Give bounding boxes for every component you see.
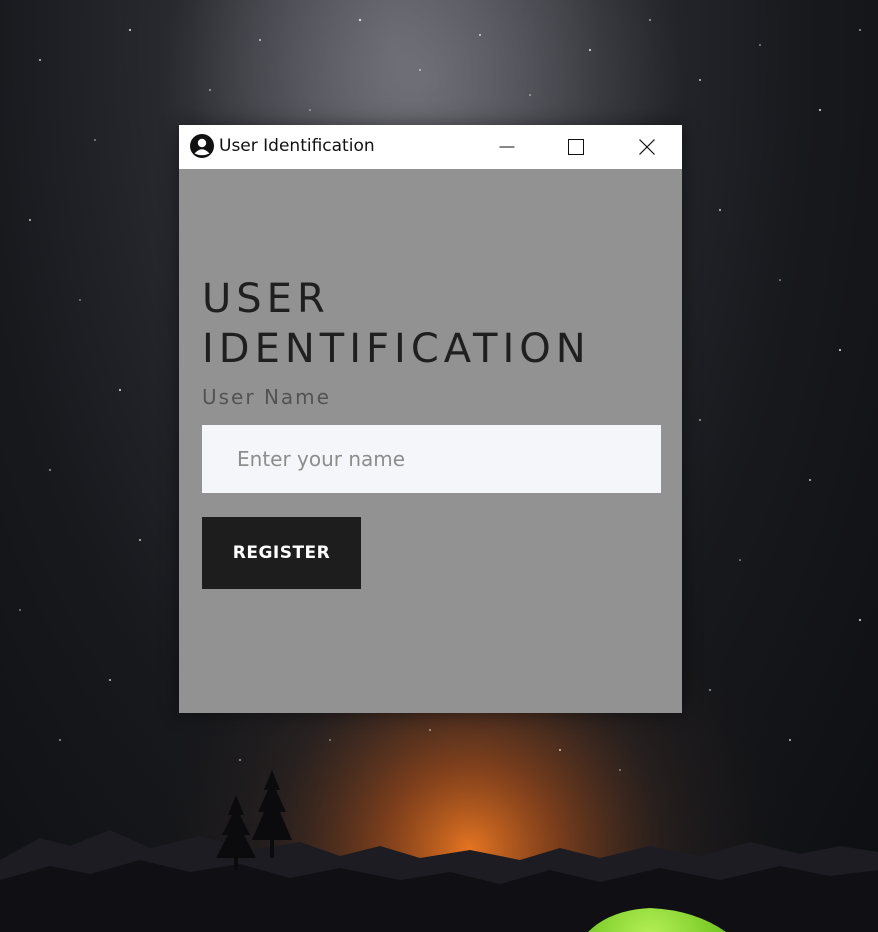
window-title: User Identification: [219, 136, 375, 156]
register-button[interactable]: REGISTER: [202, 517, 361, 589]
user-identification-window: User Identification USER IDENTIFICATION …: [179, 125, 682, 713]
minimize-icon: [499, 146, 515, 148]
page-title-line-2: IDENTIFICATION: [202, 326, 591, 372]
maximize-icon: [568, 139, 584, 155]
user-name-input[interactable]: [202, 425, 661, 493]
page-title: USER IDENTIFICATION: [202, 274, 672, 374]
minimize-button[interactable]: [476, 125, 538, 169]
window-titlebar[interactable]: User Identification: [179, 125, 682, 169]
close-button[interactable]: [616, 125, 678, 169]
maximize-button[interactable]: [545, 125, 607, 169]
close-icon: [639, 139, 655, 155]
form-panel: USER IDENTIFICATION User Name REGISTER: [179, 169, 682, 713]
user-name-label: User Name: [202, 385, 331, 409]
user-circle-icon: [190, 134, 214, 158]
page-title-line-1: USER: [202, 276, 330, 322]
